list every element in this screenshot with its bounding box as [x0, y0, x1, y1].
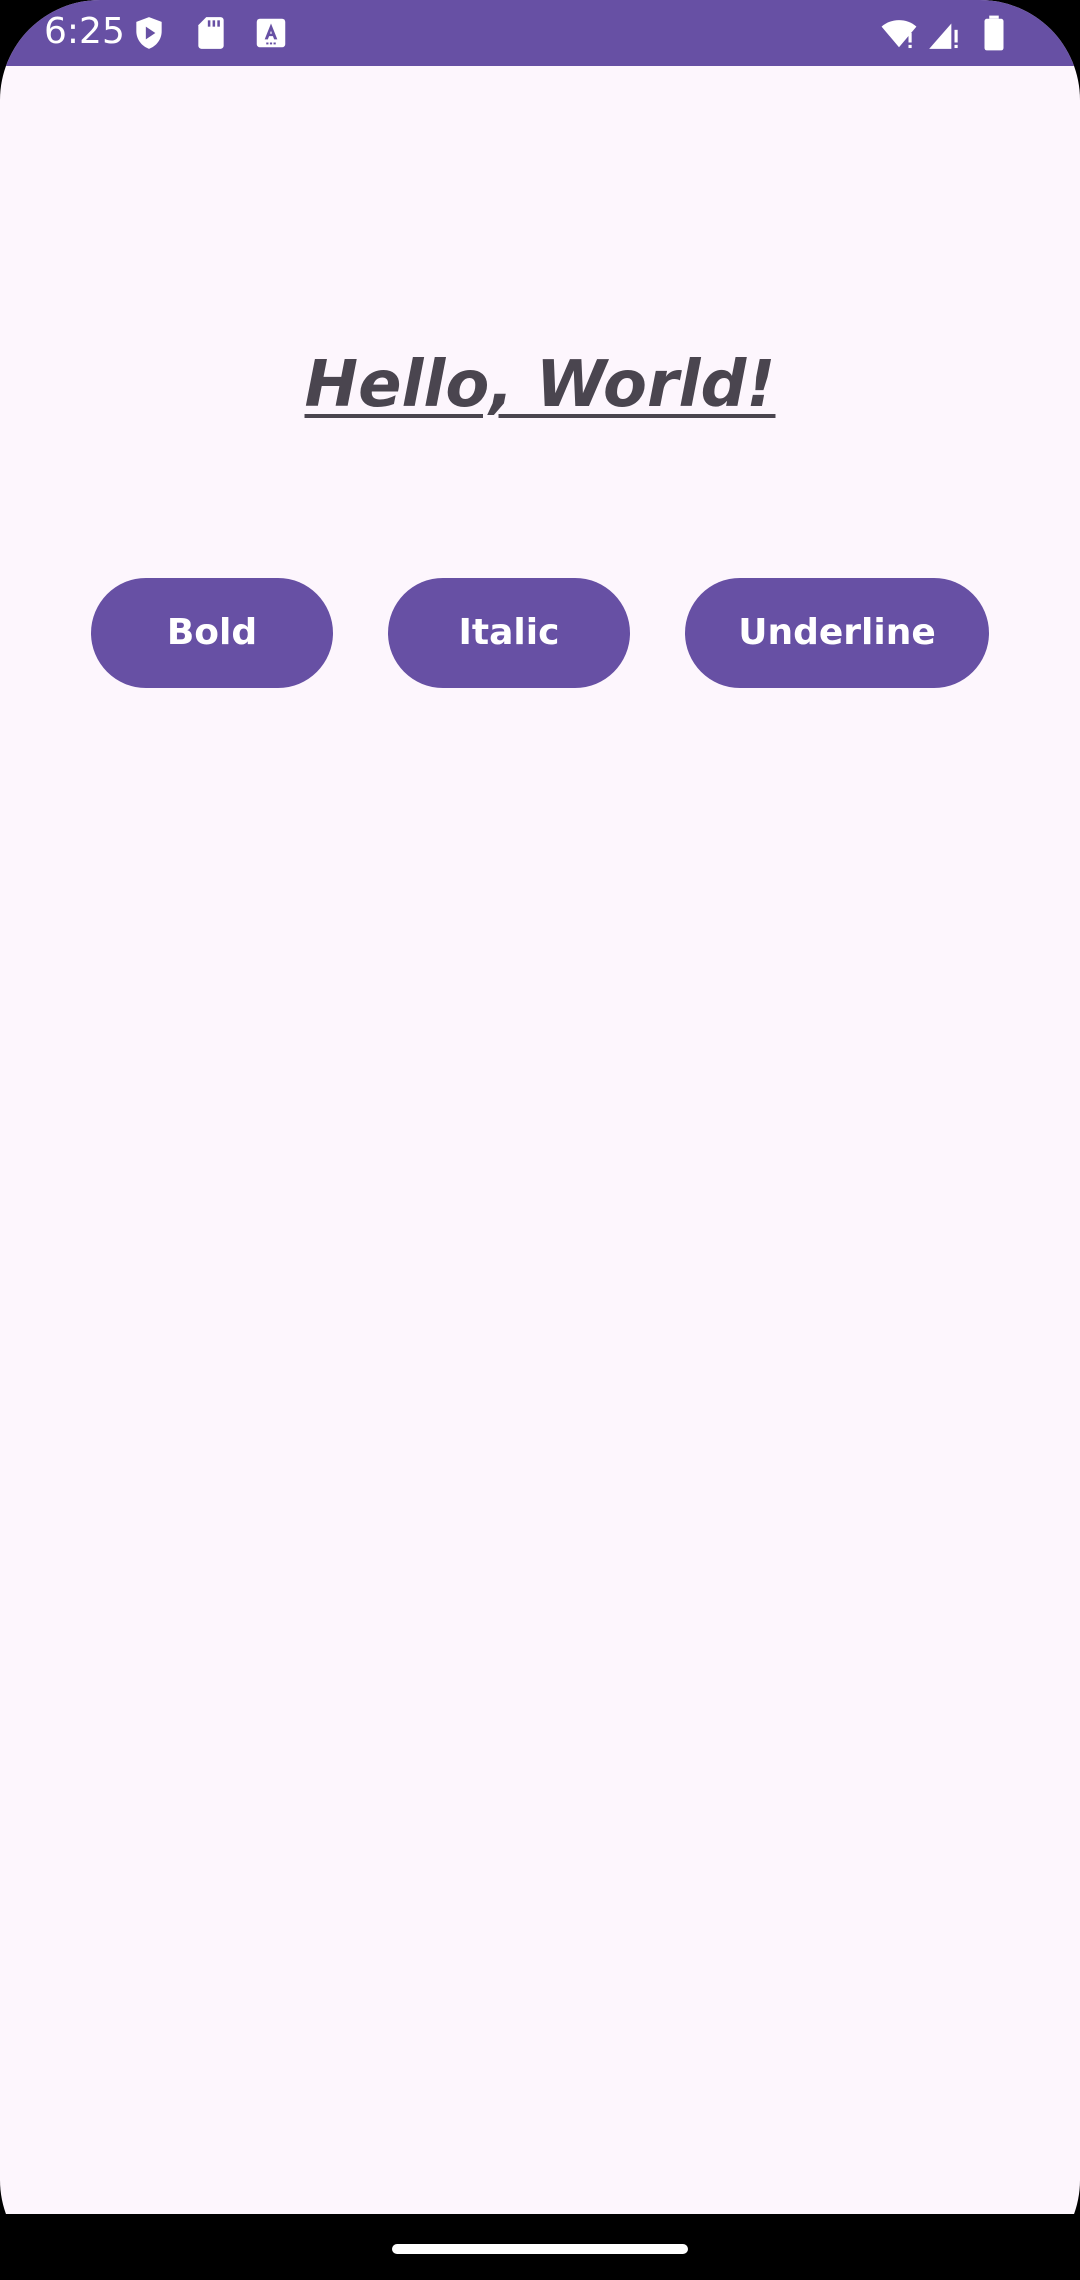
play-protect-icon — [130, 14, 168, 52]
status-time: 6:25 — [44, 11, 125, 52]
bold-button[interactable]: Bold — [91, 578, 333, 688]
navigation-bar — [0, 2214, 1080, 2280]
sd-card-icon — [192, 14, 230, 52]
battery-icon — [975, 14, 1013, 52]
italic-button[interactable]: Italic — [388, 578, 630, 688]
app-screen: 6:25 Hello, World! Bold Italic Underline — [0, 0, 1080, 2280]
keyboard-a-icon — [252, 14, 290, 52]
wifi-alert-icon — [880, 14, 918, 52]
signal-alert-icon — [926, 14, 964, 52]
home-gesture-handle[interactable] — [392, 2244, 688, 2254]
status-bar: 6:25 — [0, 0, 1080, 66]
underline-button[interactable]: Underline — [685, 578, 989, 688]
hello-world-title: Hello, World! — [304, 348, 776, 422]
